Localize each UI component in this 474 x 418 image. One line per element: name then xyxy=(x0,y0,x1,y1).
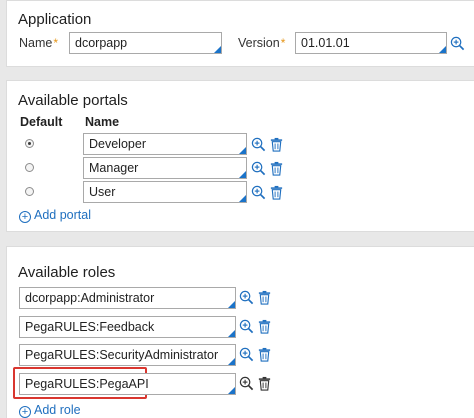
version-zoom-icon[interactable] xyxy=(450,36,465,51)
portal-zoom-icon[interactable] xyxy=(251,137,266,152)
role-field-pegaapi[interactable]: PegaRULES:PegaAPI xyxy=(19,373,236,395)
portal-name-field-developer[interactable]: Developer xyxy=(83,133,247,155)
role-zoom-icon[interactable] xyxy=(239,376,254,391)
add-role-link[interactable]: + Add role xyxy=(19,403,81,418)
version-label: Version* xyxy=(238,36,286,50)
portal-trash-icon[interactable] xyxy=(269,185,284,200)
role-zoom-icon[interactable] xyxy=(239,347,254,362)
name-field[interactable]: dcorpapp xyxy=(69,32,222,54)
portal-default-radio-user[interactable] xyxy=(25,187,34,196)
circle-plus-icon: + xyxy=(19,211,31,223)
portal-zoom-icon[interactable] xyxy=(251,185,266,200)
role-trash-icon[interactable] xyxy=(257,319,272,334)
role-field-feedback[interactable]: PegaRULES:Feedback xyxy=(19,316,236,338)
role-field-security-administrator[interactable]: PegaRULES:SecurityAdministrator xyxy=(19,344,236,366)
portal-name-field-user[interactable]: User xyxy=(83,181,247,203)
portal-default-radio-manager[interactable] xyxy=(25,163,34,172)
name-label: Name* xyxy=(19,36,59,50)
portal-default-radio-developer[interactable] xyxy=(25,139,34,148)
role-zoom-icon[interactable] xyxy=(239,319,254,334)
portal-name-field-manager[interactable]: Manager xyxy=(83,157,247,179)
portals-panel: Available portals Default Name Developer… xyxy=(6,80,474,232)
portals-title: Available portals xyxy=(18,92,128,109)
circle-plus-icon: + xyxy=(19,406,31,418)
role-trash-icon[interactable] xyxy=(257,376,272,391)
role-field-administrator[interactable]: dcorpapp:Administrator xyxy=(19,287,236,309)
roles-title: Available roles xyxy=(18,264,116,281)
role-trash-icon[interactable] xyxy=(257,347,272,362)
role-zoom-icon[interactable] xyxy=(239,290,254,305)
portal-trash-icon[interactable] xyxy=(269,161,284,176)
application-panel: Application Name* dcorpapp Version* 01.0… xyxy=(6,0,474,67)
portals-header-default: Default xyxy=(20,115,63,129)
roles-panel: Available roles dcorpapp:Administrator P… xyxy=(6,246,474,418)
add-portal-link[interactable]: + Add portal xyxy=(19,208,91,223)
portals-header-name: Name xyxy=(85,115,120,129)
portal-zoom-icon[interactable] xyxy=(251,161,266,176)
version-field[interactable]: 01.01.01 xyxy=(295,32,447,54)
application-title: Application xyxy=(18,11,92,28)
portal-trash-icon[interactable] xyxy=(269,137,284,152)
role-trash-icon[interactable] xyxy=(257,290,272,305)
